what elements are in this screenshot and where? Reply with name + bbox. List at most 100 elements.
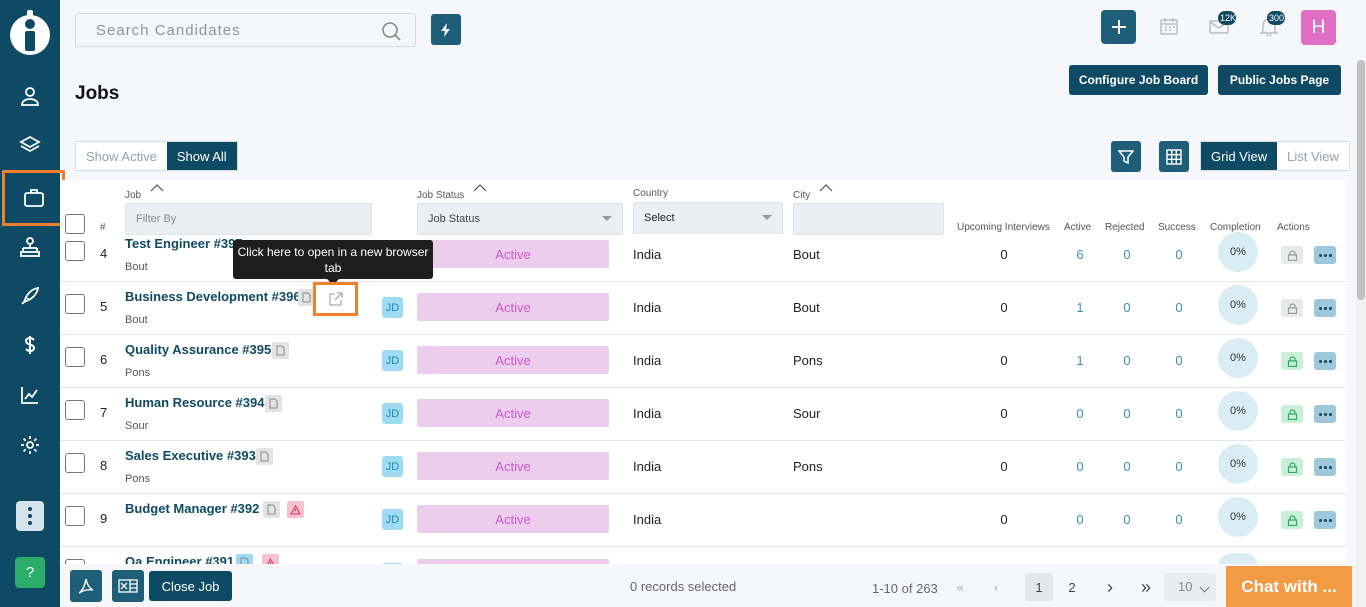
show-all-button[interactable]: Show All bbox=[166, 142, 237, 170]
job-description-badge[interactable]: JD bbox=[382, 350, 403, 371]
document-icon[interactable] bbox=[265, 395, 282, 412]
job-title-link[interactable]: Budget Manager #392 bbox=[125, 501, 259, 516]
page-current[interactable]: 1 bbox=[1025, 573, 1053, 601]
open-in-new-tab-button[interactable] bbox=[313, 282, 358, 316]
job-title-link[interactable]: Sales Executive #393 bbox=[125, 448, 256, 463]
first-page-icon[interactable]: « bbox=[946, 573, 974, 601]
document-icon[interactable] bbox=[272, 342, 289, 359]
prev-page-icon[interactable]: ‹ bbox=[982, 573, 1010, 601]
show-active-button[interactable]: Show Active bbox=[76, 142, 167, 170]
active-count-link[interactable]: 6 bbox=[1065, 247, 1095, 262]
sidebar-item-hierarchy[interactable] bbox=[0, 223, 60, 271]
calendar-icon[interactable] bbox=[1159, 16, 1179, 36]
job-status-badge[interactable]: Active bbox=[417, 293, 609, 321]
col-job-header[interactable]: Job bbox=[125, 190, 141, 201]
sidebar-item-layers[interactable] bbox=[0, 121, 60, 169]
user-avatar[interactable]: H bbox=[1301, 10, 1336, 45]
sidebar-item-jobs[interactable] bbox=[2, 170, 65, 226]
more-actions-icon[interactable] bbox=[1314, 458, 1336, 476]
unlock-icon[interactable] bbox=[1281, 458, 1303, 476]
job-description-badge[interactable]: JD bbox=[382, 509, 403, 530]
sort-asc-icon[interactable] bbox=[473, 184, 487, 192]
unlock-icon[interactable] bbox=[1281, 352, 1303, 370]
export-excel-button[interactable] bbox=[112, 570, 144, 602]
last-page-icon[interactable]: » bbox=[1132, 573, 1160, 601]
job-title-link[interactable]: Business Development #396 bbox=[125, 289, 301, 304]
columns-button[interactable] bbox=[1159, 141, 1189, 172]
job-description-badge[interactable]: JD bbox=[382, 297, 403, 318]
sidebar-item-settings[interactable] bbox=[0, 421, 60, 469]
locked-icon[interactable] bbox=[1281, 246, 1303, 264]
success-count-link[interactable]: 0 bbox=[1164, 353, 1194, 368]
sidebar-item-candidates[interactable] bbox=[0, 72, 60, 120]
job-description-badge[interactable]: JD bbox=[382, 403, 403, 424]
job-status-badge[interactable]: Active bbox=[417, 399, 609, 427]
job-title-link[interactable]: Quality Assurance #395 bbox=[125, 342, 271, 357]
close-job-button[interactable]: Close Job bbox=[149, 571, 232, 601]
col-country-header[interactable]: Country bbox=[633, 188, 668, 199]
chat-widget-button[interactable]: Chat with ... bbox=[1226, 566, 1352, 607]
active-count-link[interactable]: 1 bbox=[1065, 300, 1095, 315]
job-status-badge[interactable]: Active bbox=[417, 346, 609, 374]
active-count-link[interactable]: 0 bbox=[1065, 406, 1095, 421]
job-title-link[interactable]: Human Resource #394 bbox=[125, 395, 264, 410]
page-next-number[interactable]: 2 bbox=[1058, 573, 1086, 601]
help-icon[interactable]: ? bbox=[15, 557, 45, 588]
search-icon[interactable] bbox=[381, 21, 401, 41]
locked-icon[interactable] bbox=[1281, 299, 1303, 317]
unlock-icon[interactable] bbox=[1281, 511, 1303, 529]
unlock-icon[interactable] bbox=[1281, 405, 1303, 423]
success-count-link[interactable]: 0 bbox=[1164, 512, 1194, 527]
col-job-status-header[interactable]: Job Status bbox=[417, 190, 464, 201]
active-count-link[interactable]: 1 bbox=[1065, 353, 1095, 368]
next-page-icon[interactable]: › bbox=[1096, 573, 1124, 601]
rejected-count-link[interactable]: 0 bbox=[1112, 512, 1142, 527]
job-status-badge[interactable]: Active bbox=[417, 452, 609, 480]
row-checkbox[interactable] bbox=[65, 294, 85, 314]
list-view-button[interactable]: List View bbox=[1277, 142, 1349, 170]
more-actions-icon[interactable] bbox=[1314, 299, 1336, 317]
search-input[interactable] bbox=[96, 22, 376, 39]
more-actions-icon[interactable] bbox=[1314, 352, 1336, 370]
document-icon[interactable] bbox=[256, 448, 273, 465]
row-checkbox[interactable] bbox=[65, 347, 85, 367]
sidebar-item-launch[interactable] bbox=[0, 272, 60, 320]
more-actions-icon[interactable] bbox=[1314, 246, 1336, 264]
row-checkbox[interactable] bbox=[65, 506, 85, 526]
configure-job-board-button[interactable]: Configure Job Board bbox=[1069, 65, 1208, 95]
job-description-badge[interactable]: JD bbox=[382, 456, 403, 477]
sidebar-item-billing[interactable] bbox=[0, 321, 60, 369]
row-checkbox[interactable] bbox=[65, 400, 85, 420]
quick-action-button[interactable] bbox=[431, 14, 461, 45]
active-count-link[interactable]: 0 bbox=[1065, 459, 1095, 474]
sidebar-item-reports[interactable] bbox=[0, 371, 60, 419]
more-actions-icon[interactable] bbox=[1314, 405, 1336, 423]
job-status-badge[interactable]: Active bbox=[417, 505, 609, 533]
success-count-link[interactable]: 0 bbox=[1164, 459, 1194, 474]
sort-asc-icon[interactable] bbox=[150, 184, 164, 192]
success-count-link[interactable]: 0 bbox=[1164, 300, 1194, 315]
more-actions-icon[interactable] bbox=[1314, 511, 1336, 529]
export-pdf-button[interactable] bbox=[70, 570, 102, 602]
row-checkbox[interactable] bbox=[65, 453, 85, 473]
filter-button[interactable] bbox=[1111, 141, 1141, 172]
grid-view-button[interactable]: Grid View bbox=[1201, 142, 1278, 170]
col-city-header[interactable]: City bbox=[793, 190, 810, 201]
logo-icon[interactable] bbox=[8, 9, 52, 57]
document-icon[interactable] bbox=[263, 501, 280, 518]
page-size-select[interactable]: 10 bbox=[1164, 573, 1216, 601]
more-vertical-icon[interactable] bbox=[16, 501, 44, 531]
active-count-link[interactable]: 0 bbox=[1065, 512, 1095, 527]
row-checkbox[interactable] bbox=[65, 241, 85, 261]
warning-icon[interactable] bbox=[287, 501, 304, 518]
job-title-link[interactable]: Test Engineer #397 bbox=[125, 236, 243, 251]
scrollbar[interactable] bbox=[1356, 60, 1366, 607]
scrollbar-thumb[interactable] bbox=[1357, 60, 1365, 300]
job-status-badge[interactable]: Active bbox=[417, 240, 609, 268]
success-count-link[interactable]: 0 bbox=[1164, 247, 1194, 262]
public-jobs-page-button[interactable]: Public Jobs Page bbox=[1218, 65, 1341, 95]
rejected-count-link[interactable]: 0 bbox=[1112, 353, 1142, 368]
rejected-count-link[interactable]: 0 bbox=[1112, 247, 1142, 262]
rejected-count-link[interactable]: 0 bbox=[1112, 406, 1142, 421]
rejected-count-link[interactable]: 0 bbox=[1112, 459, 1142, 474]
